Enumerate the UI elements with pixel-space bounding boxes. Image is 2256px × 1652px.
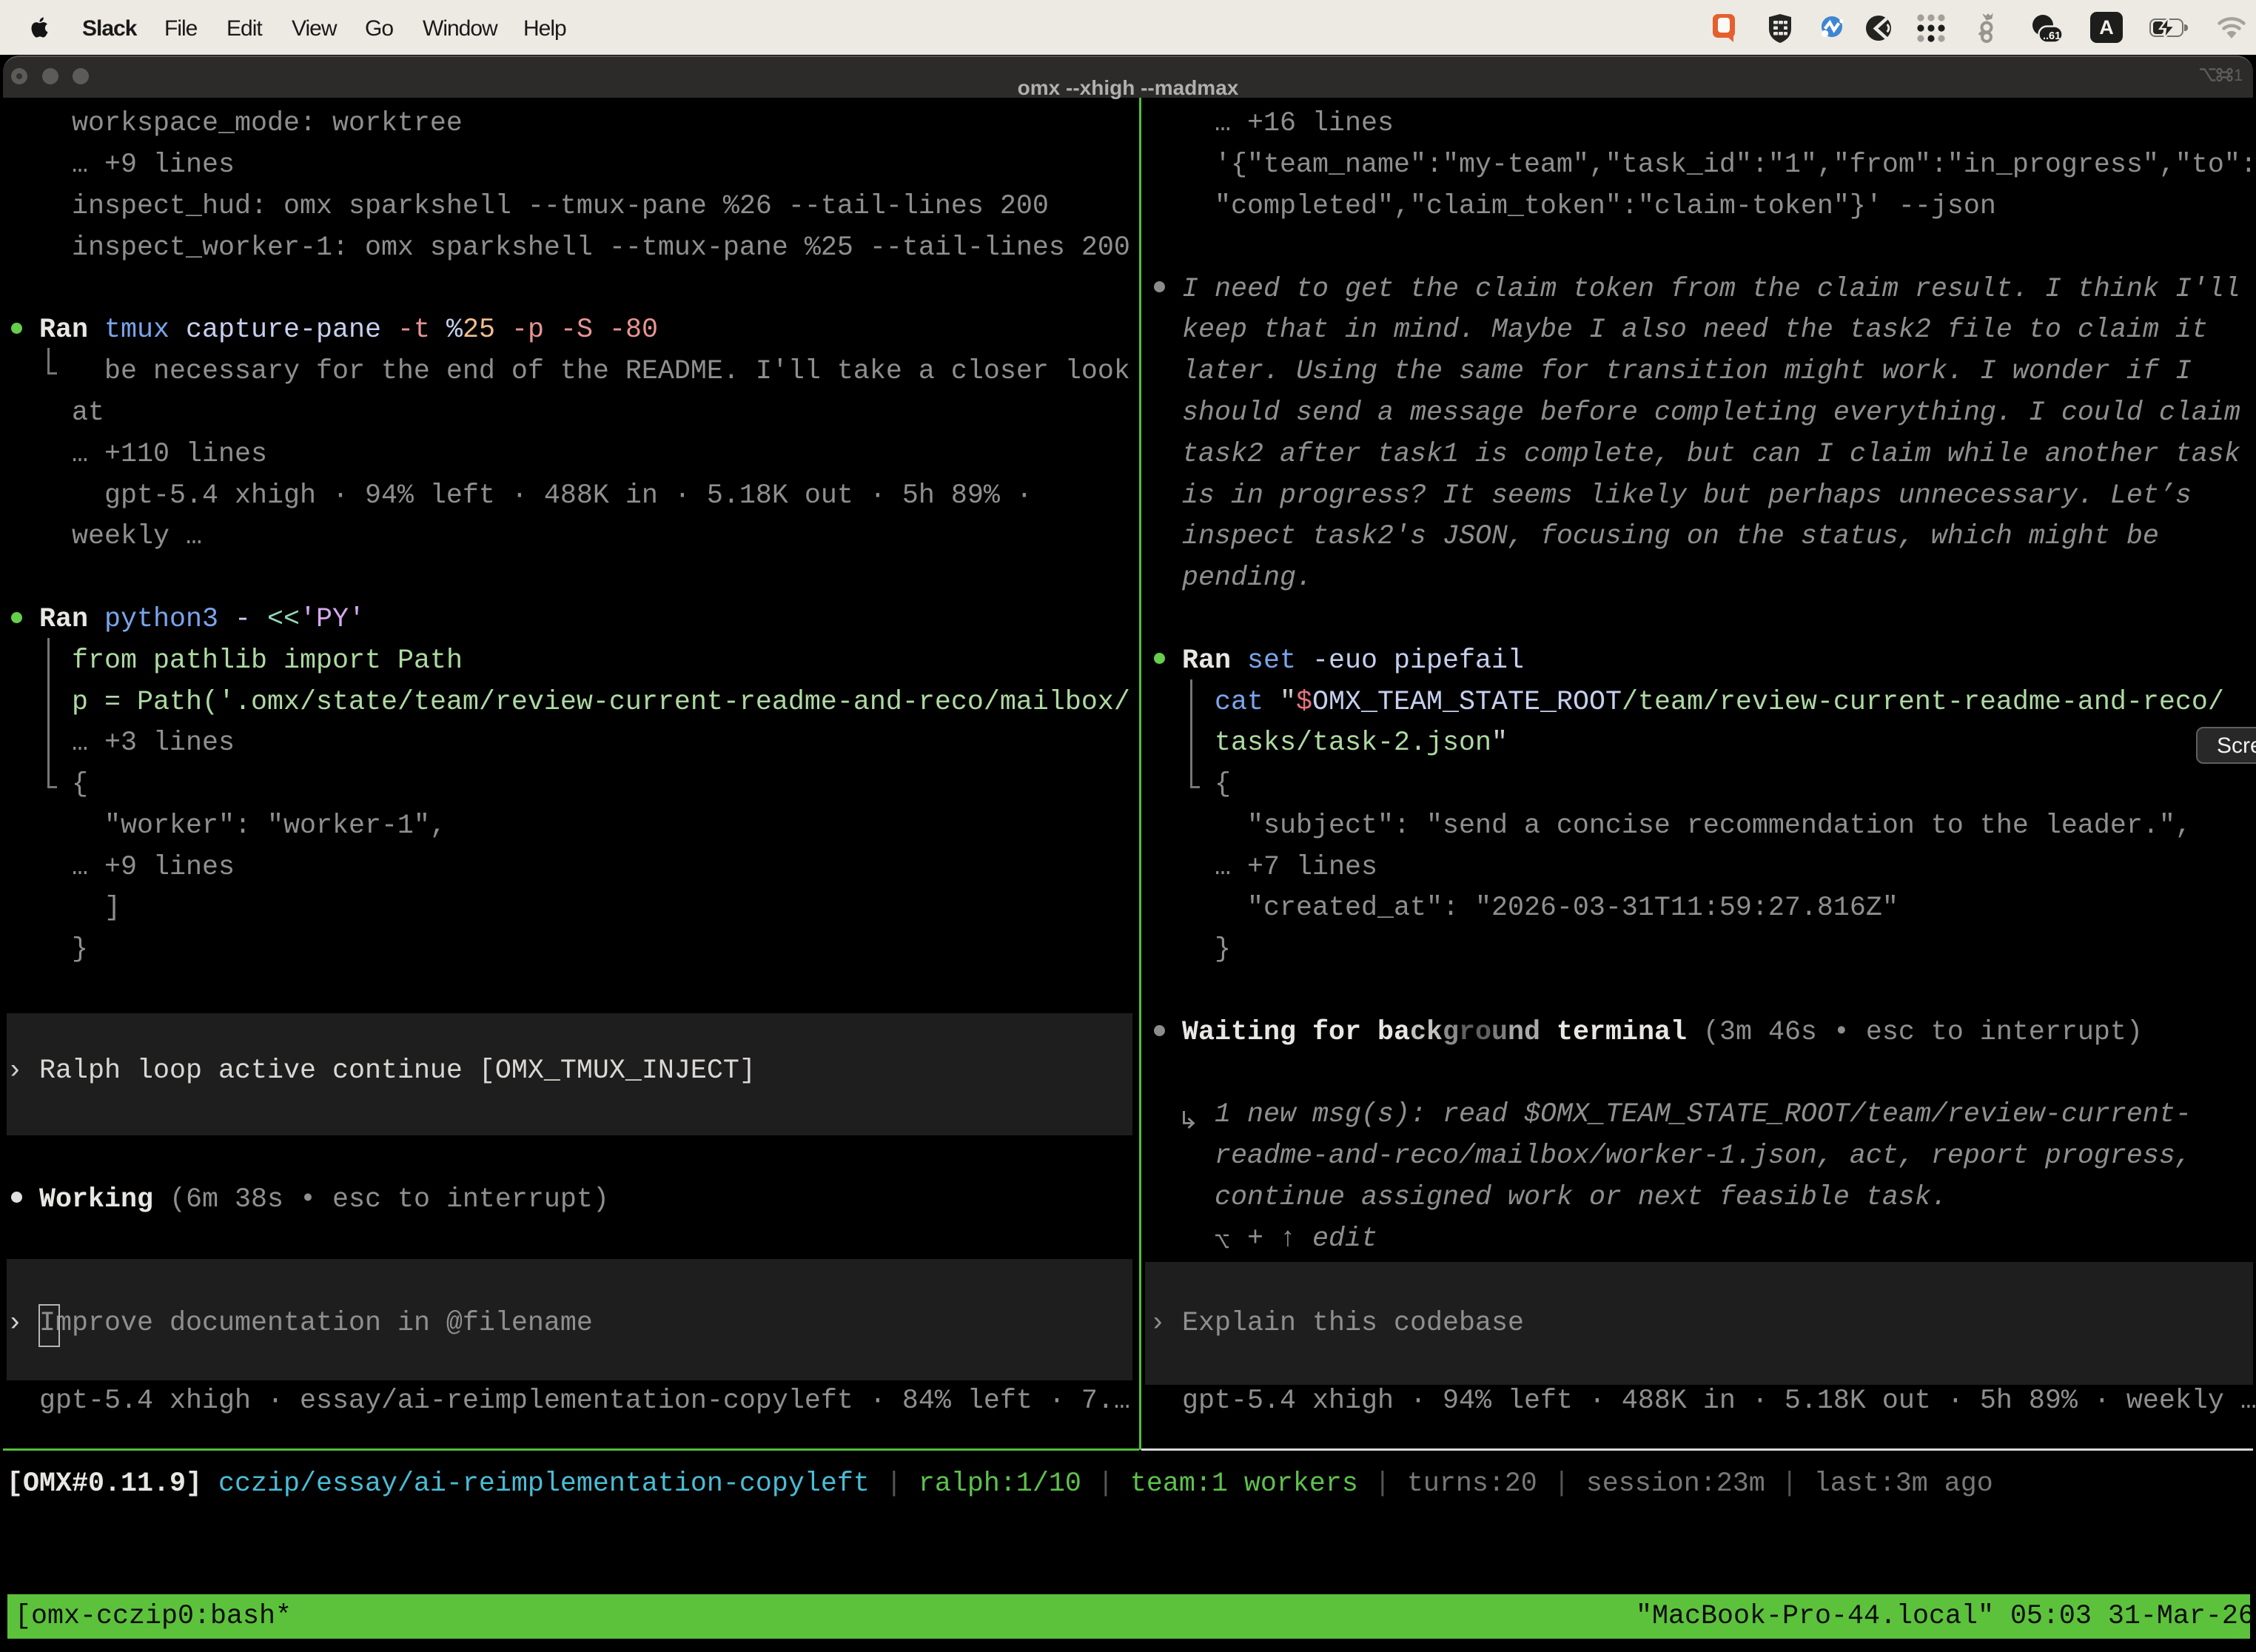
svg-text:..61: ..61 (2043, 30, 2061, 42)
svg-text:1: 1 (2234, 67, 2243, 83)
